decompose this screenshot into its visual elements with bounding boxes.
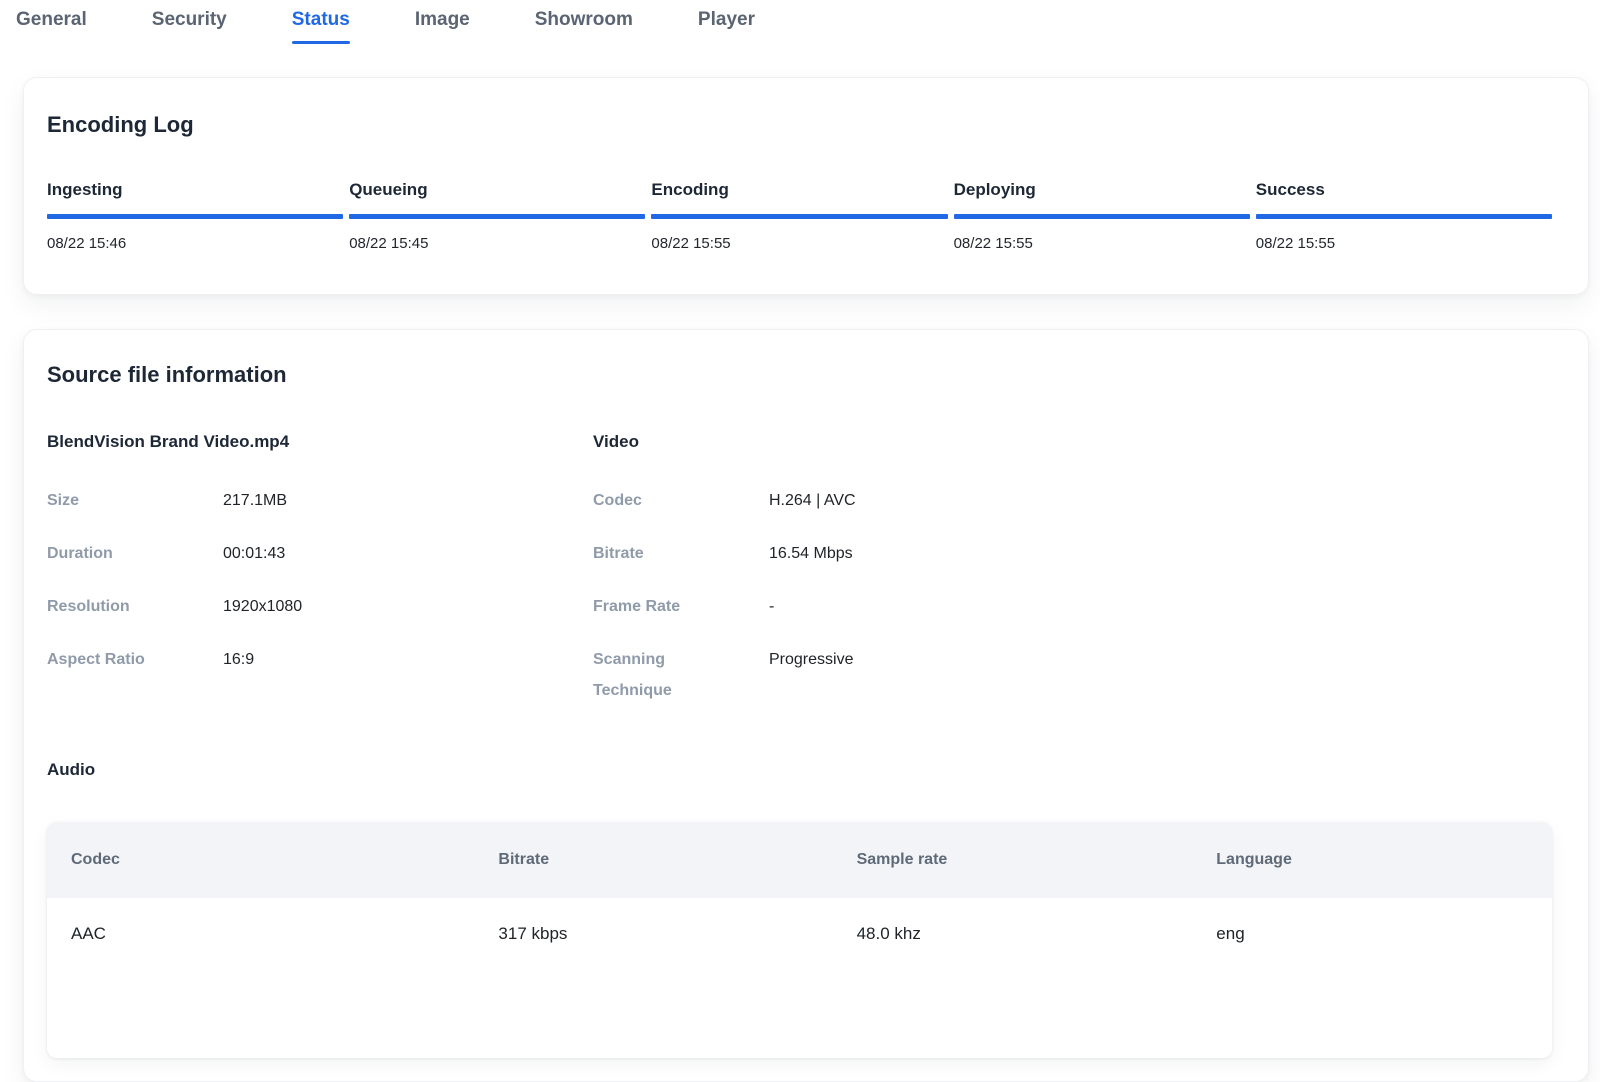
video-scanning-label: Scanning Technique (593, 644, 769, 706)
video-frame-rate-value: - (769, 591, 774, 622)
stage-timestamp: 08/22 15:46 (47, 219, 343, 252)
video-codec-row: Codec H.264 | AVC (593, 485, 1552, 516)
file-aspect-ratio-label: Aspect Ratio (47, 644, 223, 675)
source-file-card: Source file information BlendVision Bran… (23, 329, 1589, 1082)
video-bitrate-row: Bitrate 16.54 Mbps (593, 538, 1552, 569)
stage-label: Encoding (651, 180, 947, 214)
file-aspect-ratio-value: 16:9 (223, 644, 254, 675)
stage-timestamp: 08/22 15:45 (349, 219, 645, 252)
audio-language-value: eng (1192, 924, 1552, 944)
encoding-stages: Ingesting 08/22 15:46 Queueing 08/22 15:… (47, 180, 1552, 252)
video-bitrate-label: Bitrate (593, 538, 769, 569)
video-bitrate-value: 16.54 Mbps (769, 538, 853, 569)
video-info-column: Video Codec H.264 | AVC Bitrate 16.54 Mb… (593, 432, 1552, 728)
file-info-column: BlendVision Brand Video.mp4 Size 217.1MB… (47, 432, 593, 728)
encoding-log-title: Encoding Log (47, 112, 1552, 138)
file-aspect-ratio-row: Aspect Ratio 16:9 (47, 644, 593, 675)
source-file-title: Source file information (47, 362, 1552, 388)
video-scanning-row: Scanning Technique Progressive (593, 644, 1552, 706)
stage-label: Success (1256, 180, 1552, 214)
file-name: BlendVision Brand Video.mp4 (47, 432, 593, 452)
stage-label: Ingesting (47, 180, 343, 214)
audio-codec-value: AAC (47, 924, 474, 944)
stage-success: Success 08/22 15:55 (1256, 180, 1552, 252)
file-size-row: Size 217.1MB (47, 485, 593, 516)
tab-security[interactable]: Security (152, 9, 227, 44)
table-row: AAC 317 kbps 48.0 khz eng (47, 898, 1552, 944)
stage-ingesting: Ingesting 08/22 15:46 (47, 180, 343, 252)
audio-bitrate-header: Bitrate (474, 851, 832, 869)
audio-sample-rate-value: 48.0 khz (833, 924, 1193, 944)
file-size-label: Size (47, 485, 223, 516)
stage-deploying: Deploying 08/22 15:55 (954, 180, 1250, 252)
video-scanning-value: Progressive (769, 644, 853, 706)
file-duration-row: Duration 00:01:43 (47, 538, 593, 569)
stage-label: Queueing (349, 180, 645, 214)
stage-encoding: Encoding 08/22 15:55 (651, 180, 947, 252)
tab-image[interactable]: Image (415, 9, 470, 44)
audio-codec-header: Codec (47, 851, 474, 869)
tab-status[interactable]: Status (292, 9, 350, 44)
audio-section-title: Audio (47, 760, 1552, 780)
file-duration-value: 00:01:43 (223, 538, 285, 569)
video-frame-rate-label: Frame Rate (593, 591, 769, 622)
stage-timestamp: 08/22 15:55 (651, 219, 947, 252)
audio-table: Codec Bitrate Sample rate Language AAC 3… (47, 822, 1552, 1058)
video-section-title: Video (593, 432, 1552, 452)
encoding-log-card: Encoding Log Ingesting 08/22 15:46 Queue… (23, 77, 1589, 295)
video-frame-rate-row: Frame Rate - (593, 591, 1552, 622)
stage-timestamp: 08/22 15:55 (1256, 219, 1552, 252)
file-resolution-label: Resolution (47, 591, 223, 622)
file-duration-label: Duration (47, 538, 223, 569)
source-file-columns: BlendVision Brand Video.mp4 Size 217.1MB… (47, 432, 1552, 728)
audio-sample-rate-header: Sample rate (833, 851, 1193, 869)
file-resolution-value: 1920x1080 (223, 591, 302, 622)
stage-queueing: Queueing 08/22 15:45 (349, 180, 645, 252)
tab-bar: General Security Status Image Showroom P… (0, 0, 1600, 44)
tab-showroom[interactable]: Showroom (535, 9, 633, 44)
stage-timestamp: 08/22 15:55 (954, 219, 1250, 252)
tab-general[interactable]: General (16, 9, 87, 44)
video-codec-label: Codec (593, 485, 769, 516)
stage-label: Deploying (954, 180, 1250, 214)
audio-table-header: Codec Bitrate Sample rate Language (47, 822, 1552, 898)
video-codec-value: H.264 | AVC (769, 485, 856, 516)
file-size-value: 217.1MB (223, 485, 287, 516)
audio-table-body: AAC 317 kbps 48.0 khz eng (47, 898, 1552, 1058)
audio-language-header: Language (1192, 851, 1552, 869)
audio-bitrate-value: 317 kbps (474, 924, 832, 944)
file-resolution-row: Resolution 1920x1080 (47, 591, 593, 622)
tab-player[interactable]: Player (698, 9, 755, 44)
